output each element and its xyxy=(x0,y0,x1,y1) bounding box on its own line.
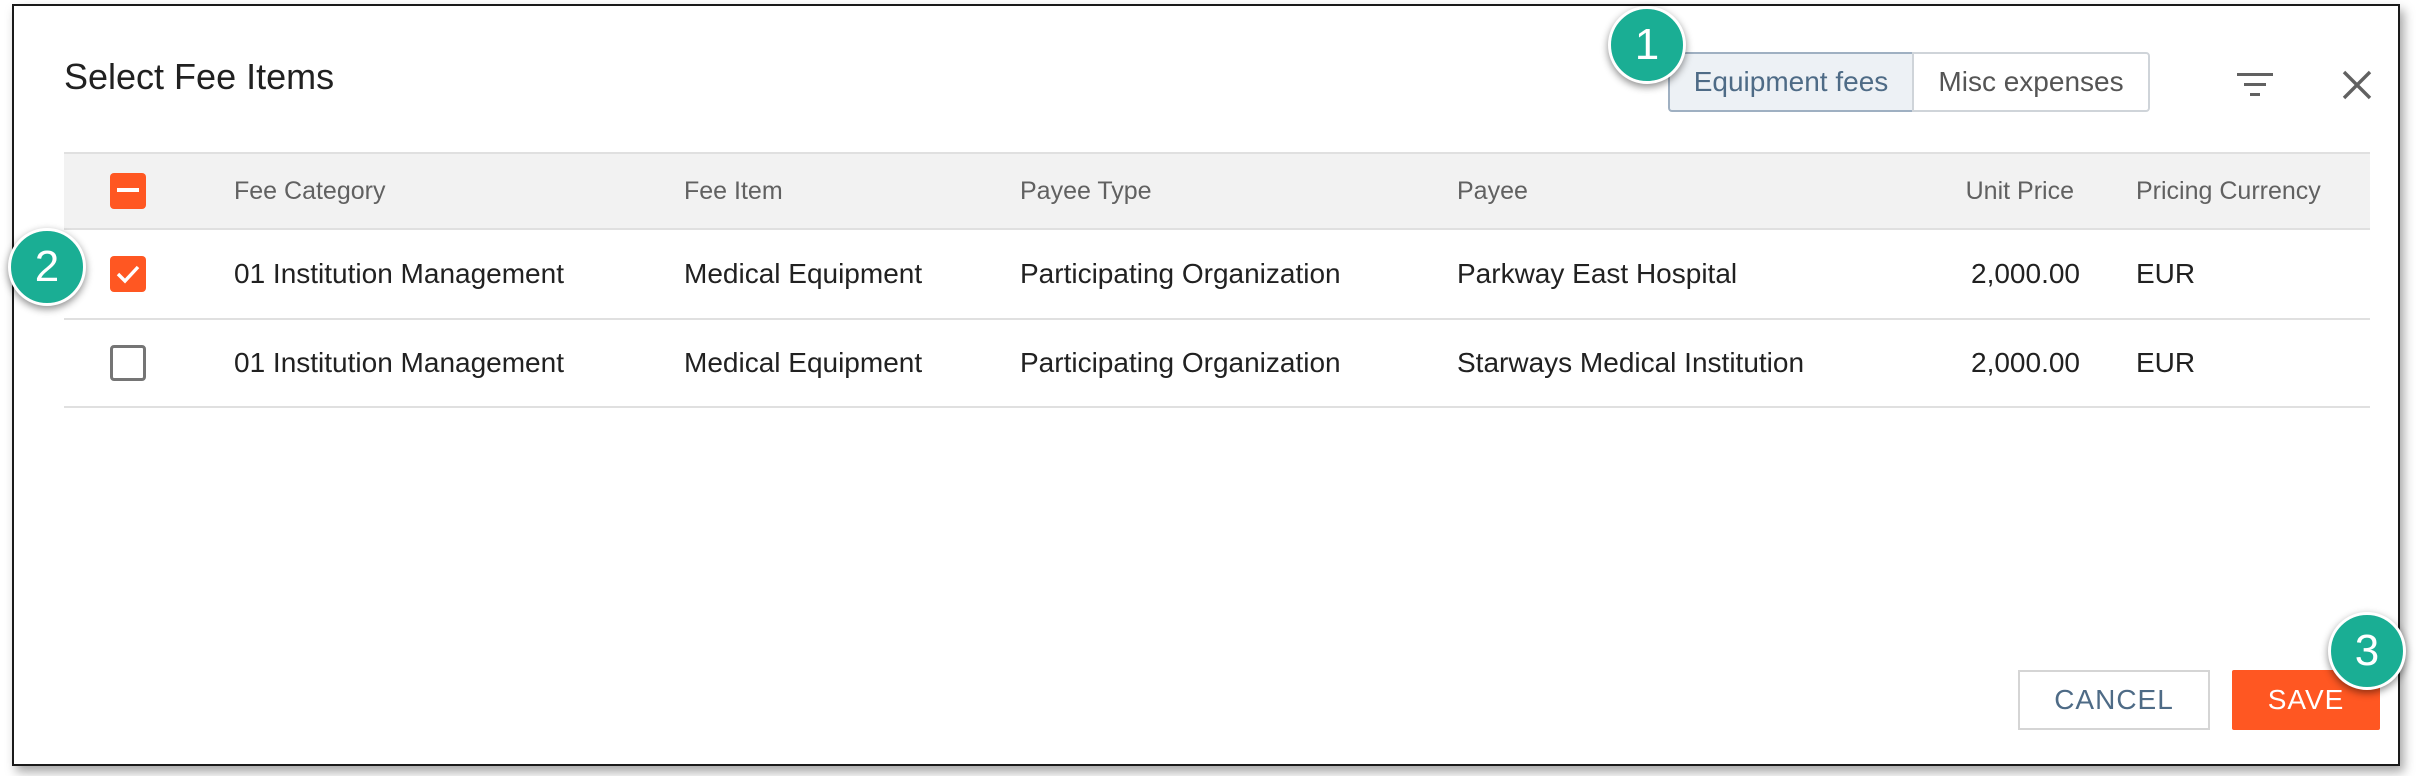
column-header-fee-category[interactable]: Fee Category xyxy=(234,154,385,228)
cell-fee-item: Medical Equipment xyxy=(684,258,923,289)
column-header-payee-type[interactable]: Payee Type xyxy=(1020,154,1152,228)
cell-payee-type: Participating Organization xyxy=(1020,258,1341,289)
step-marker-2: 2 xyxy=(8,228,86,306)
table-header: Fee Category Fee Item Payee Type Payee U… xyxy=(64,152,2370,228)
cancel-button[interactable]: CANCEL xyxy=(2018,670,2210,730)
cell-fee-category: 01 Institution Management xyxy=(234,347,564,378)
table-row[interactable]: 01 Institution Management Medical Equipm… xyxy=(64,228,2370,318)
cell-pricing-currency: EUR xyxy=(2136,347,2196,378)
close-icon[interactable] xyxy=(2334,62,2380,108)
cell-pricing-currency: EUR xyxy=(2136,258,2196,289)
tab-equipment-fees[interactable]: Equipment fees xyxy=(1668,52,1914,112)
cell-fee-item: Medical Equipment xyxy=(684,347,923,378)
tab-misc-expenses[interactable]: Misc expenses xyxy=(1912,52,2150,112)
fee-items-table: Fee Category Fee Item Payee Type Payee U… xyxy=(64,152,2370,408)
select-all-checkbox[interactable] xyxy=(110,154,150,228)
column-header-pricing-currency[interactable]: Pricing Currency xyxy=(2136,154,2321,228)
row-checkbox[interactable] xyxy=(110,230,150,318)
row-checkbox[interactable] xyxy=(110,320,150,406)
fee-items-dialog: Select Fee Items Equipment fees Misc exp… xyxy=(12,4,2400,766)
dialog-title: Select Fee Items xyxy=(64,56,335,97)
cell-unit-price: 2,000.00 xyxy=(1971,347,2080,378)
column-header-payee[interactable]: Payee xyxy=(1457,154,1528,228)
step-marker-3: 3 xyxy=(2328,612,2406,690)
column-header-fee-item[interactable]: Fee Item xyxy=(684,154,783,228)
indeterminate-checkbox-icon xyxy=(110,173,146,209)
cell-unit-price: 2,000.00 xyxy=(1971,258,2080,289)
column-header-unit-price[interactable]: Unit Price xyxy=(1966,154,2074,228)
filter-icon[interactable] xyxy=(2232,62,2278,108)
cell-fee-category: 01 Institution Management xyxy=(234,258,564,289)
table-row[interactable]: 01 Institution Management Medical Equipm… xyxy=(64,318,2370,408)
unchecked-box-icon xyxy=(110,345,146,381)
cell-payee-type: Participating Organization xyxy=(1020,347,1341,378)
cell-payee: Parkway East Hospital xyxy=(1457,258,1738,289)
check-icon xyxy=(110,256,146,292)
step-marker-1: 1 xyxy=(1608,6,1686,84)
cell-payee: Starways Medical Institution xyxy=(1457,347,1805,378)
